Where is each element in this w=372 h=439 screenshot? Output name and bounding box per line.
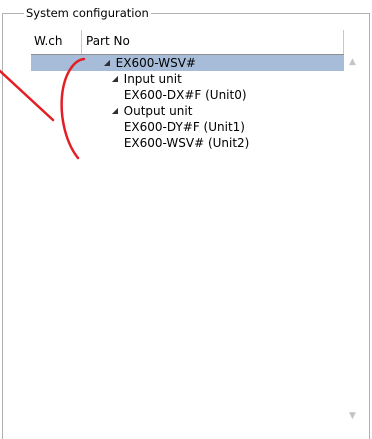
annotation-pointer-line [0,69,55,122]
scroll-up-icon[interactable]: ▲ [344,55,361,69]
expanded-triangle-icon[interactable]: ◢ [104,55,112,71]
system-configuration-panel: System configuration W.ch Part No ◢ EX60… [0,0,372,439]
vertical-scrollbar[interactable]: ▲ ▼ [344,55,361,427]
annotation-bracket [60,57,86,160]
expanded-triangle-icon[interactable]: ◢ [112,71,120,87]
tree-row-label: EX600-WSV# [115,56,196,70]
tree-row-label: EX600-DX#F (Unit0) [123,88,247,102]
scroll-down-icon[interactable]: ▼ [344,409,361,423]
annotation-overlay [0,57,86,160]
expanded-triangle-icon[interactable]: ◢ [112,103,120,119]
tree-row-label: EX600-WSV# (Unit2) [123,136,250,150]
tree-row-label: Output unit [123,104,193,118]
tree-row-label: Input unit [123,72,182,86]
tree-row-label: EX600-DY#F (Unit1) [123,120,245,134]
column-header-part-no[interactable]: Part No [81,30,344,54]
